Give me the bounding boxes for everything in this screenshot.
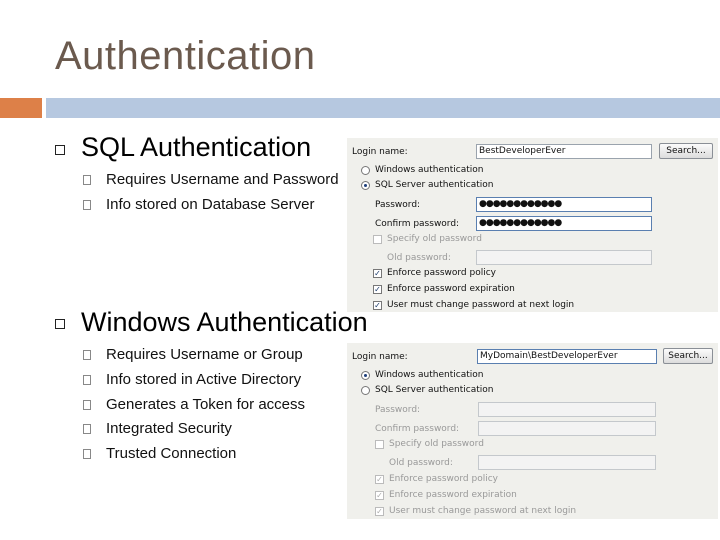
windows-auth-radio[interactable]	[361, 371, 370, 380]
specify-old-password-checkbox[interactable]	[375, 440, 384, 449]
sql-auth-radio[interactable]	[361, 386, 370, 395]
bullet-text: Requires Username and Password	[106, 171, 339, 188]
bullet-text: Integrated Security	[106, 420, 232, 437]
confirm-password-field[interactable]: ●●●●●●●●●●●●	[476, 216, 652, 231]
enforce-policy-label: Enforce password policy	[387, 268, 496, 278]
must-change-checkbox[interactable]: ✓	[373, 301, 382, 310]
must-change-checkbox[interactable]: ✓	[375, 507, 384, 516]
login-name-label: Login name:	[352, 352, 408, 362]
password-label: Password:	[375, 200, 421, 210]
sql-auth-radio[interactable]	[361, 181, 370, 190]
sub-bullet-icon	[83, 400, 91, 410]
confirm-password-label: Confirm password:	[375, 219, 460, 229]
sql-auth-label: SQL Server authentication	[375, 180, 494, 190]
bullet-text: Info stored in Active Directory	[106, 371, 302, 388]
sql-auth-label: SQL Server authentication	[375, 385, 494, 395]
enforce-policy-checkbox[interactable]: ✓	[375, 475, 384, 484]
bullet-square-icon	[55, 319, 65, 329]
enforce-policy-label: Enforce password policy	[389, 474, 498, 484]
slide-title: Authentication	[55, 34, 316, 78]
sub-bullet-icon	[83, 424, 91, 434]
password-field[interactable]	[478, 402, 656, 417]
bullet-text: Info stored on Database Server	[106, 196, 315, 213]
must-change-label: User must change password at next login	[387, 300, 575, 310]
login-name-field[interactable]: MyDomain\BestDeveloperEver	[477, 349, 657, 364]
specify-old-password-label: Specify old password	[389, 439, 484, 449]
enforce-expiration-checkbox[interactable]: ✓	[375, 491, 384, 500]
login-name-label: Login name:	[352, 147, 408, 157]
enforce-expiration-label: Enforce password expiration	[389, 490, 517, 500]
old-password-label: Old password:	[387, 253, 451, 263]
enforce-policy-checkbox[interactable]: ✓	[373, 269, 382, 278]
old-password-field[interactable]	[478, 455, 656, 470]
sub-bullet-icon	[83, 350, 91, 360]
login-name-field[interactable]: BestDeveloperEver	[476, 144, 652, 159]
confirm-password-field[interactable]	[478, 421, 656, 436]
sql-login-dialog-screenshot: Login name: BestDeveloperEver Search... …	[347, 138, 718, 312]
windows-auth-radio[interactable]	[361, 166, 370, 175]
search-button[interactable]: Search...	[659, 143, 713, 159]
bullet-text: Trusted Connection	[106, 445, 237, 462]
section-heading-windows: Windows Authentication	[81, 307, 368, 337]
bullet-square-icon	[55, 145, 65, 155]
sub-bullet-icon	[83, 200, 91, 210]
windows-auth-label: Windows authentication	[375, 165, 484, 175]
windows-login-dialog-screenshot: Login name: MyDomain\BestDeveloperEver S…	[347, 343, 718, 519]
sub-bullet-icon	[83, 449, 91, 459]
must-change-label: User must change password at next login	[389, 506, 577, 516]
bullet-text: Generates a Token for access	[106, 396, 305, 413]
password-field[interactable]: ●●●●●●●●●●●●	[476, 197, 652, 212]
confirm-password-label: Confirm password:	[375, 424, 460, 434]
accent-bar-blue	[46, 98, 720, 118]
search-button[interactable]: Search...	[663, 348, 713, 364]
enforce-expiration-label: Enforce password expiration	[387, 284, 515, 294]
section-heading-sql: SQL Authentication	[81, 132, 312, 162]
sub-bullet-icon	[83, 175, 91, 185]
sub-bullet-icon	[83, 375, 91, 385]
old-password-field[interactable]	[476, 250, 652, 265]
password-label: Password:	[375, 405, 421, 415]
old-password-label: Old password:	[389, 458, 453, 468]
windows-auth-label: Windows authentication	[375, 370, 484, 380]
bullet-text: Requires Username or Group	[106, 346, 303, 363]
specify-old-password-label: Specify old password	[387, 234, 482, 244]
accent-bar-orange	[0, 98, 42, 118]
enforce-expiration-checkbox[interactable]: ✓	[373, 285, 382, 294]
specify-old-password-checkbox[interactable]	[373, 235, 382, 244]
